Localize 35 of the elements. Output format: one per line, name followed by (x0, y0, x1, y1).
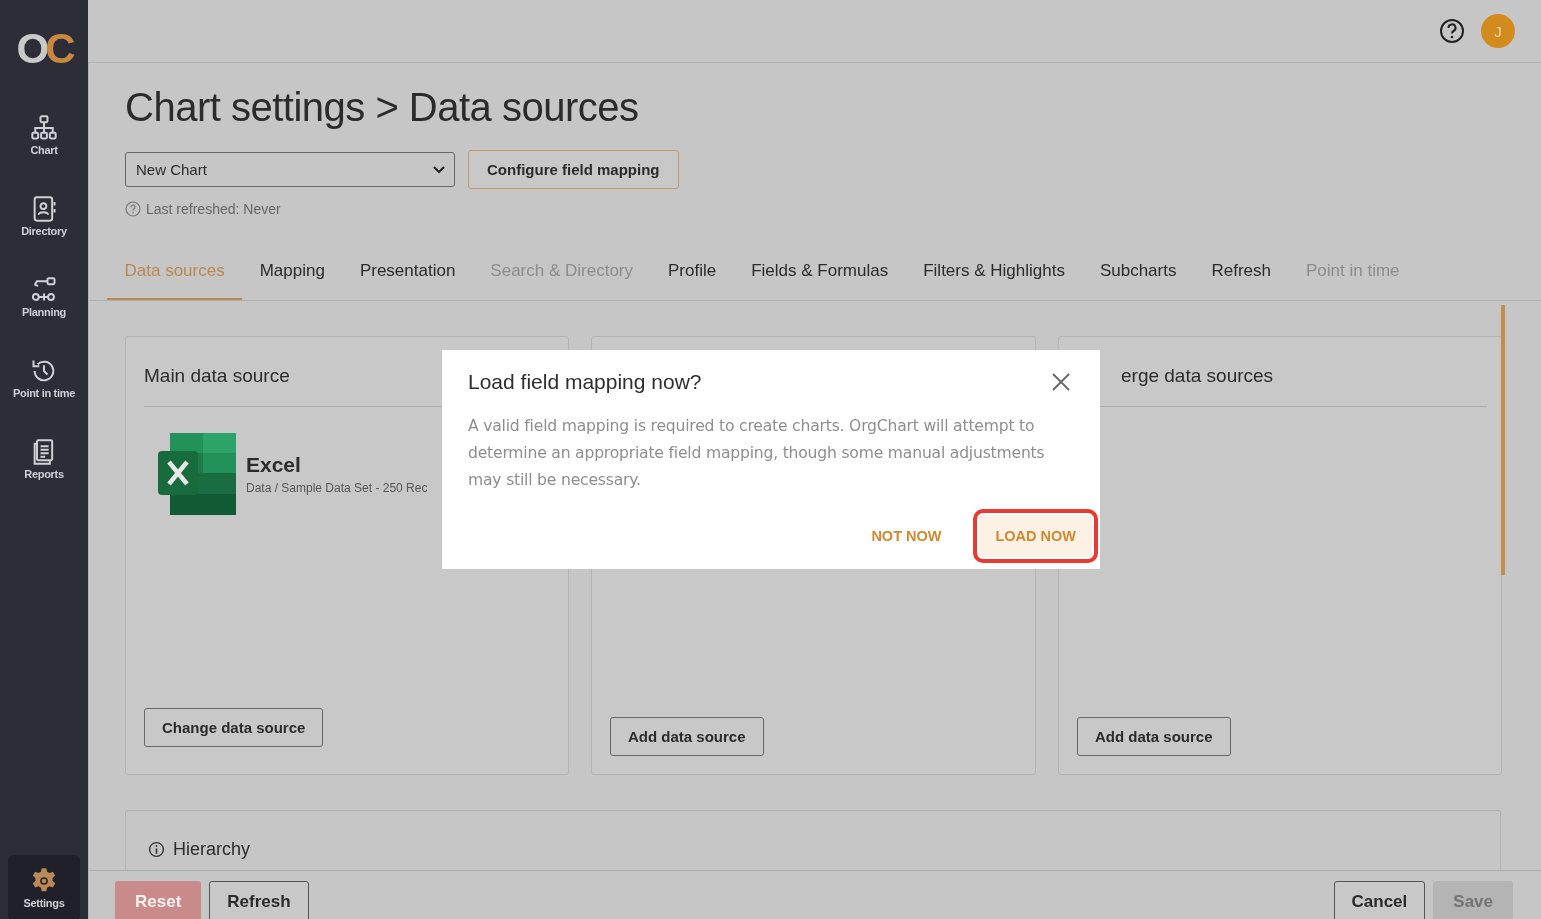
logo: OC (16, 28, 72, 70)
tab[interactable]: Refresh (1193, 261, 1289, 300)
tab[interactable]: Filters & Highlights (905, 261, 1083, 300)
section-title: Hierarchy (173, 839, 251, 859)
configure-field-mapping-button[interactable]: Configure field mapping (468, 150, 679, 189)
org-chart-icon (30, 114, 58, 142)
add-data-source-button[interactable]: Add data source (1077, 717, 1231, 756)
help-icon (125, 201, 141, 217)
change-data-source-button[interactable]: Change data source (144, 708, 324, 747)
page-title: Chart settings > Data sources (125, 85, 640, 130)
close-icon[interactable] (1051, 372, 1071, 392)
tab[interactable]: Subcharts (1082, 261, 1194, 300)
dialog-message: A valid field mapping is required to create charts. OrgChart will attempt to determine an appropriate field mapping, though some manual adjustments may still be necessary. (468, 416, 1046, 491)
flow-diagram-icon (30, 276, 58, 304)
last-refreshed-text: Last refreshed: Never (146, 201, 281, 217)
sidebar-item[interactable]: Point in time (8, 351, 80, 405)
chart-select[interactable]: New Chart (125, 152, 455, 187)
spreadsheet-icon (158, 433, 238, 515)
source-name: Excel (246, 453, 302, 477)
sidebar-item[interactable]: Directory (8, 189, 80, 243)
sidebar-item[interactable]: Reports (8, 432, 80, 486)
scrollbar-thumb[interactable] (1501, 305, 1505, 575)
add-data-source-button[interactable]: Add data source (610, 717, 764, 756)
tab[interactable]: Fields & Formulas (733, 261, 906, 300)
tab[interactable]: Presentation (342, 261, 473, 300)
sidebar-item[interactable]: Planning (8, 270, 80, 324)
source-path: Data / Sample Data Set - 250 Rec (246, 481, 428, 495)
tab[interactable]: Profile (650, 261, 734, 300)
sidebar-item[interactable]: Chart (8, 108, 80, 162)
info-icon (148, 841, 165, 858)
footer-button[interactable]: Refresh (209, 881, 309, 919)
sidebar-item[interactable]: Settings (8, 855, 80, 919)
help-icon[interactable] (1439, 18, 1465, 44)
tab[interactable]: Mapping (242, 261, 343, 300)
footer-button[interactable]: Cancel (1333, 881, 1426, 919)
